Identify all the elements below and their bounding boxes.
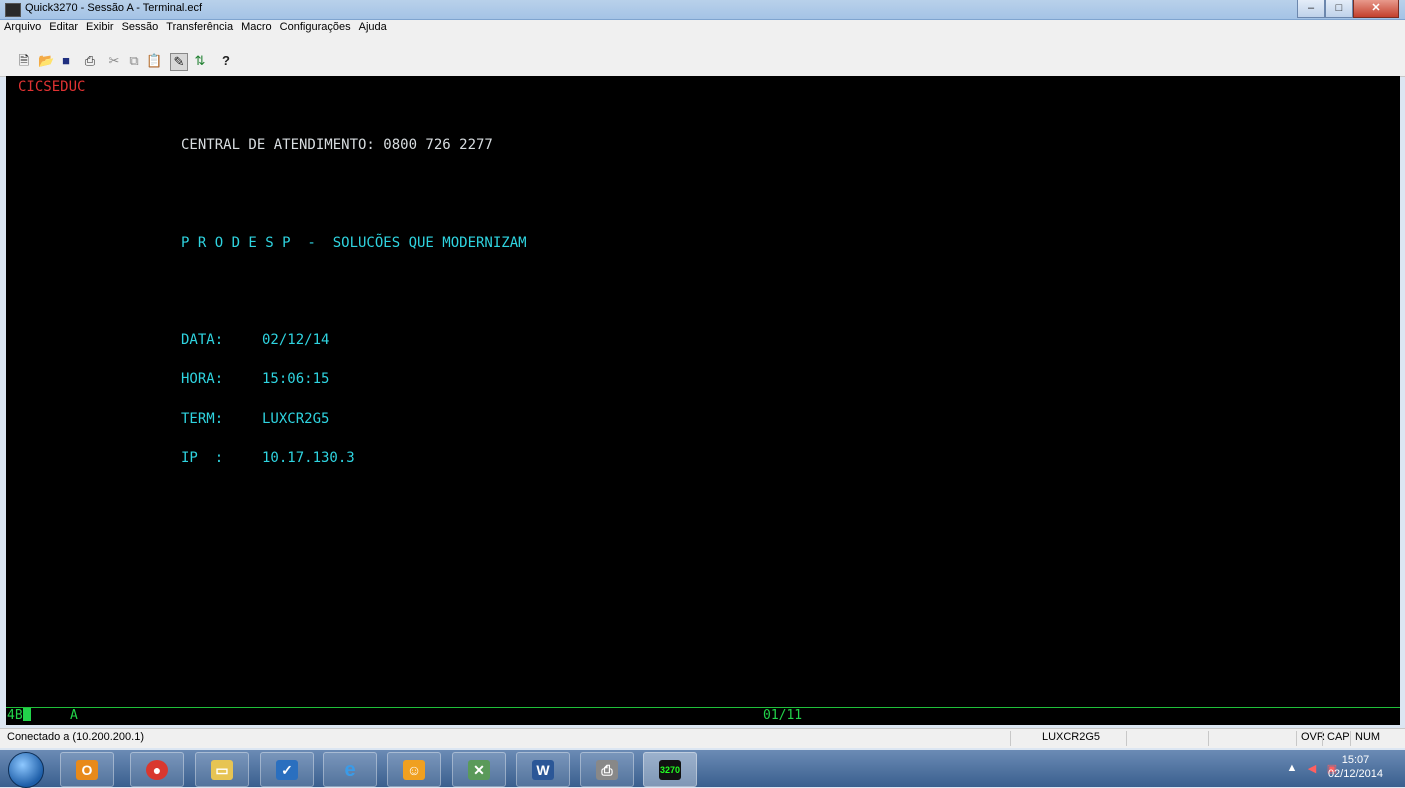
toolbar: 🗎 📂 ■ ⎙ ✂ ⧉ 📋 ✎ ⇅ ?	[0, 35, 1405, 77]
menu-exibir[interactable]: Exibir	[82, 20, 118, 35]
taskbar-outlook-calendar[interactable]: ☺	[387, 752, 441, 787]
taskbar-taskmanager[interactable]: ✓	[260, 752, 314, 787]
users-icon: ✕	[468, 760, 490, 780]
hora-value: 15:06:15	[262, 371, 330, 387]
chrome-icon: ●	[146, 760, 168, 780]
num-indicator: NUM	[1350, 731, 1380, 746]
copy-icon[interactable]: ⧉	[126, 53, 142, 69]
clock-time: 15:07	[1341, 754, 1370, 766]
menu-configuracoes[interactable]: Configurações	[276, 20, 355, 35]
word-icon: W	[532, 760, 554, 780]
ovr-indicator: OVR	[1296, 731, 1325, 746]
connection-status: Conectado a (10.200.200.1)	[7, 731, 144, 743]
cut-icon[interactable]: ✂	[106, 53, 122, 69]
oia-mode: A	[70, 708, 78, 723]
close-button[interactable]: ✕	[1353, 0, 1399, 18]
menu-sessao[interactable]: Sessão	[118, 20, 163, 35]
volume-muted-icon[interactable]: ◀	[1305, 762, 1319, 776]
menu-macro[interactable]: Macro	[237, 20, 276, 35]
taskbar-outlook[interactable]: O	[60, 752, 114, 787]
status-bar: Conectado a (10.200.200.1) LUXCR2G5 OVR …	[0, 728, 1405, 748]
outlook-icon: O	[76, 760, 98, 780]
prodesp-slogan: P R O D E S P - SOLUCÕES QUE MODERNIZAM	[181, 235, 527, 251]
window-controls: – □ ✕	[1297, 0, 1399, 18]
ip-value: 10.17.130.3	[262, 450, 355, 466]
clock-date: 02/12/2014	[1327, 768, 1383, 780]
menu-ajuda[interactable]: Ajuda	[355, 20, 391, 35]
menu-transferencia[interactable]: Transferência	[162, 20, 237, 35]
app-icon[interactable]	[5, 3, 21, 17]
taskbar-printer[interactable]: ⎙	[580, 752, 634, 787]
outlook-calendar-icon: ☺	[403, 760, 425, 780]
taskbar-chrome[interactable]: ●	[130, 752, 184, 787]
oia-indicator: 4B	[7, 708, 31, 723]
term-value: LUXCR2G5	[262, 411, 330, 427]
cics-region-label: CICSEDUC	[18, 79, 86, 95]
menu-editar[interactable]: Editar	[45, 20, 82, 35]
data-label: DATA:	[181, 332, 224, 348]
save-icon[interactable]: ■	[58, 53, 74, 69]
taskbar: O ● ▭ ✓ e ☺ ✕ W ⎙ 3270 ▲ ◀ ▣ 15:07 02/12…	[0, 750, 1405, 788]
lu-name: LUXCR2G5	[1010, 731, 1127, 746]
macro-edit-icon[interactable]: ✎	[170, 53, 188, 71]
oia-indicator-text: 4B	[7, 708, 23, 723]
data-value: 02/12/14	[262, 332, 330, 348]
hora-label: HORA:	[181, 371, 224, 387]
taskmanager-icon: ✓	[276, 760, 298, 780]
start-button[interactable]	[8, 752, 44, 788]
term-label: TERM:	[181, 411, 224, 427]
taskbar-ie[interactable]: e	[323, 752, 377, 787]
title-bar: Quick3270 - Sessão A - Terminal.ecf – □ …	[0, 0, 1405, 20]
terminal-screen[interactable]: CICSEDUC CENTRAL DE ATENDIMENTO: 0800 72…	[6, 76, 1400, 708]
operator-info-area: 4B A 01/11	[6, 707, 1400, 725]
open-folder-icon[interactable]: 📂	[38, 53, 54, 69]
show-hidden-icons-icon[interactable]: ▲	[1285, 762, 1299, 776]
explorer-icon: ▭	[211, 760, 233, 780]
cap-indicator: CAP	[1322, 731, 1350, 746]
print-icon[interactable]: ⎙	[82, 53, 98, 69]
taskbar-quick3270[interactable]: 3270	[643, 752, 697, 787]
taskbar-explorer[interactable]: ▭	[195, 752, 249, 787]
printer-icon: ⎙	[596, 760, 618, 780]
taskbar-users[interactable]: ✕	[452, 752, 506, 787]
help-icon[interactable]: ?	[218, 53, 234, 69]
transfer-icon[interactable]: ⇅	[192, 53, 208, 69]
new-file-icon[interactable]: 🗎	[16, 53, 32, 69]
status-empty-2	[1208, 731, 1249, 746]
cursor-block-icon	[22, 708, 31, 721]
central-atendimento-text: CENTRAL DE ATENDIMENTO: 0800 726 2277	[181, 137, 493, 153]
oia-cursor-position: 01/11	[763, 708, 803, 723]
ie-icon: e	[344, 759, 356, 781]
taskbar-word[interactable]: W	[516, 752, 570, 787]
status-empty-1	[1126, 731, 1209, 746]
menu-arquivo[interactable]: Arquivo	[0, 20, 45, 35]
window-title: Quick3270 - Sessão A - Terminal.ecf	[25, 2, 203, 14]
ip-label: IP :	[181, 450, 224, 466]
maximize-button[interactable]: □	[1325, 0, 1353, 18]
system-tray: ▲ ◀ ▣ 15:07 02/12/2014	[1225, 750, 1405, 787]
menu-bar: Arquivo Editar Exibir Sessão Transferênc…	[0, 20, 1405, 35]
clock[interactable]: 15:07 02/12/2014	[1328, 753, 1383, 781]
paste-icon[interactable]: 📋	[146, 53, 162, 69]
minimize-button[interactable]: –	[1297, 0, 1325, 18]
quick3270-icon: 3270	[659, 760, 681, 780]
